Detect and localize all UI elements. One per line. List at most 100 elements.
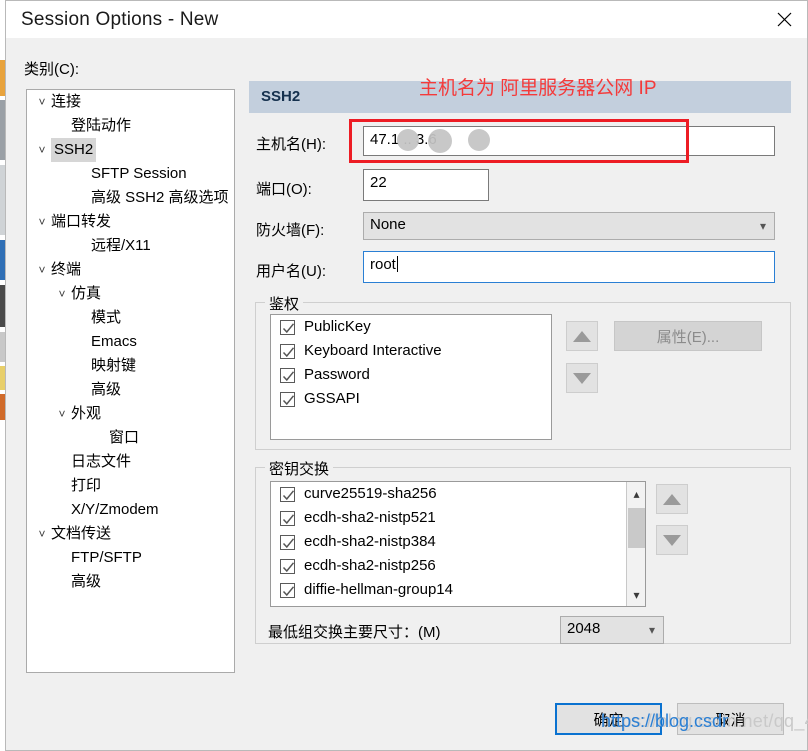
list-item-label: curve25519-sha256 xyxy=(304,485,437,502)
tree-item[interactable]: X/Y/Zmodem xyxy=(27,498,234,522)
list-item[interactable]: ecdh-sha2-nistp521 xyxy=(271,506,626,530)
tree-item[interactable]: ˅ 端口转发 xyxy=(27,210,234,234)
list-item[interactable]: curve25519-sha256 xyxy=(271,482,626,506)
min-group-size-label: 最低组交换主要尺寸：(M) xyxy=(268,624,441,641)
tree-item-label: 连接 xyxy=(51,93,82,110)
tree-item[interactable]: ˅ 仿真 xyxy=(27,282,234,306)
tree-item-label: 高级 xyxy=(71,573,102,590)
checkbox[interactable] xyxy=(280,582,295,598)
arrow-down-icon xyxy=(573,372,591,384)
tree-item[interactable]: 日志文件 xyxy=(27,450,234,474)
tree-item[interactable]: 窗口 xyxy=(27,426,234,450)
list-item-label: GSSAPI xyxy=(304,390,360,407)
checkbox[interactable] xyxy=(280,486,295,502)
tree-item-label: 仿真 xyxy=(71,285,102,302)
checkbox[interactable] xyxy=(280,319,295,335)
firewall-label: 防火墙(F): xyxy=(256,222,325,239)
tree-item-label: 端口转发 xyxy=(51,213,112,230)
tree-item[interactable]: ˅ 外观 xyxy=(27,402,234,426)
checkbox[interactable] xyxy=(280,510,295,526)
tree-item[interactable]: 高级 xyxy=(27,378,234,402)
tree-item[interactable]: SFTP Session xyxy=(27,162,234,186)
tree-item[interactable]: 映射键 xyxy=(27,354,234,378)
auth-move-down-button[interactable] xyxy=(566,363,598,393)
list-item[interactable]: PublicKey xyxy=(271,315,551,339)
chevron-up-icon[interactable]: ▴ xyxy=(627,484,645,503)
port-value: 22 xyxy=(370,174,387,191)
tree-item[interactable]: 高级 SSH2 高级选项 xyxy=(27,186,234,210)
tree-item[interactable]: ˅ 终端 xyxy=(27,258,234,282)
tree-item[interactable]: ˅ 连接 xyxy=(27,90,234,114)
list-item[interactable]: diffie-hellman-group14 xyxy=(271,578,626,602)
tree-item-label: SFTP Session xyxy=(91,165,187,182)
list-item-label: ecdh-sha2-nistp384 xyxy=(304,533,436,550)
checkbox[interactable] xyxy=(280,367,295,383)
tree-item-label: 打印 xyxy=(71,477,102,494)
tree-item[interactable]: FTP/SFTP xyxy=(27,546,234,570)
checkbox[interactable] xyxy=(280,343,295,359)
tree-item-label: 窗口 xyxy=(109,429,140,446)
chevron-down-icon[interactable]: ˅ xyxy=(33,138,51,162)
tree-item[interactable]: 打印 xyxy=(27,474,234,498)
text-caret xyxy=(396,256,398,272)
list-item[interactable]: ecdh-sha2-nistp256 xyxy=(271,554,626,578)
category-label: 类别(C): xyxy=(24,61,79,78)
list-item-label: Password xyxy=(304,366,370,383)
kex-move-up-button[interactable] xyxy=(656,484,688,514)
close-button[interactable] xyxy=(761,1,807,38)
tree-item-label: 终端 xyxy=(51,261,82,278)
firewall-value: None xyxy=(370,216,406,233)
checkbox[interactable] xyxy=(280,534,295,550)
kex-move-down-button[interactable] xyxy=(656,525,688,555)
checkbox[interactable] xyxy=(280,391,295,407)
list-item-label: diffie-hellman-group14 xyxy=(304,581,453,598)
chevron-down-icon[interactable]: ˅ xyxy=(53,402,71,426)
tree-item[interactable]: 登陆动作 xyxy=(27,114,234,138)
ok-button[interactable]: 确定 xyxy=(555,703,662,735)
port-label: 端口(O): xyxy=(256,181,312,198)
window-title: Session Options - New xyxy=(21,9,219,30)
list-item[interactable]: GSSAPI xyxy=(271,387,551,411)
kex-scrollbar[interactable]: ▴ ▾ xyxy=(626,482,645,606)
username-input[interactable]: root xyxy=(363,251,775,283)
tree-item[interactable]: 远程/X11 xyxy=(27,234,234,258)
min-group-size-select[interactable]: 2048 ▾ xyxy=(560,616,664,644)
list-item[interactable]: Keyboard Interactive xyxy=(271,339,551,363)
chevron-down-icon[interactable]: ˅ xyxy=(33,210,51,234)
username-label: 用户名(U): xyxy=(256,263,326,280)
auth-move-up-button[interactable] xyxy=(566,321,598,351)
tree-item[interactable]: 模式 xyxy=(27,306,234,330)
tree-item-label: 文档传送 xyxy=(51,525,112,542)
min-group-size-value: 2048 xyxy=(567,620,601,637)
category-tree[interactable]: ˅ 连接 登陆动作 ˅ SSH2 SFTP Session 高级 SSH2 高级选项 ˅ 端口转… xyxy=(26,89,235,673)
auth-properties-button[interactable]: 属性(E)... xyxy=(614,321,762,351)
chevron-down-icon[interactable]: ˅ xyxy=(33,258,51,282)
session-options-dialog: Session Options - New 类别(C): ˅ 连接 登陆动作 ˅ SSH… xyxy=(5,0,808,751)
chevron-down-icon[interactable]: ˅ xyxy=(33,522,51,546)
tree-item[interactable]: 高级 xyxy=(27,570,234,594)
chevron-down-icon[interactable]: ▾ xyxy=(627,585,645,604)
tree-item-label: SSH2 xyxy=(51,138,97,162)
chevron-down-icon[interactable]: ˅ xyxy=(53,282,71,306)
auth-listbox[interactable]: PublicKey Keyboard Interactive Password GSS… xyxy=(270,314,552,440)
kex-listbox[interactable]: curve25519-sha256 ecdh-sha2-nistp521 ecdh-… xyxy=(270,481,646,607)
port-input[interactable]: 22 xyxy=(363,169,489,201)
tree-item-label: X/Y/Zmodem xyxy=(71,501,159,518)
tree-item[interactable]: Emacs xyxy=(27,330,234,354)
checkbox[interactable] xyxy=(280,558,295,574)
chevron-down-icon[interactable]: ˅ xyxy=(33,90,51,114)
tree-item-label: FTP/SFTP xyxy=(71,549,142,566)
firewall-select[interactable]: None ▾ xyxy=(363,212,775,240)
cancel-button[interactable]: 取消 xyxy=(677,703,784,735)
list-item[interactable]: ecdh-sha2-nistp384 xyxy=(271,530,626,554)
kex-group-title: 密钥交换 xyxy=(265,458,334,479)
tree-item[interactable]: ˅ 文档传送 xyxy=(27,522,234,546)
tree-item[interactable]: ˅ SSH2 xyxy=(27,138,234,162)
list-item-label: ecdh-sha2-nistp256 xyxy=(304,557,436,574)
scrollbar-thumb[interactable] xyxy=(628,508,645,548)
list-item[interactable]: Password xyxy=(271,363,551,387)
tree-item-label: Emacs xyxy=(91,333,137,350)
arrow-down-icon xyxy=(663,534,681,546)
list-item-label: ecdh-sha2-nistp521 xyxy=(304,509,436,526)
annotation-text: 主机名为 阿里服务器公网 IP xyxy=(419,78,657,99)
